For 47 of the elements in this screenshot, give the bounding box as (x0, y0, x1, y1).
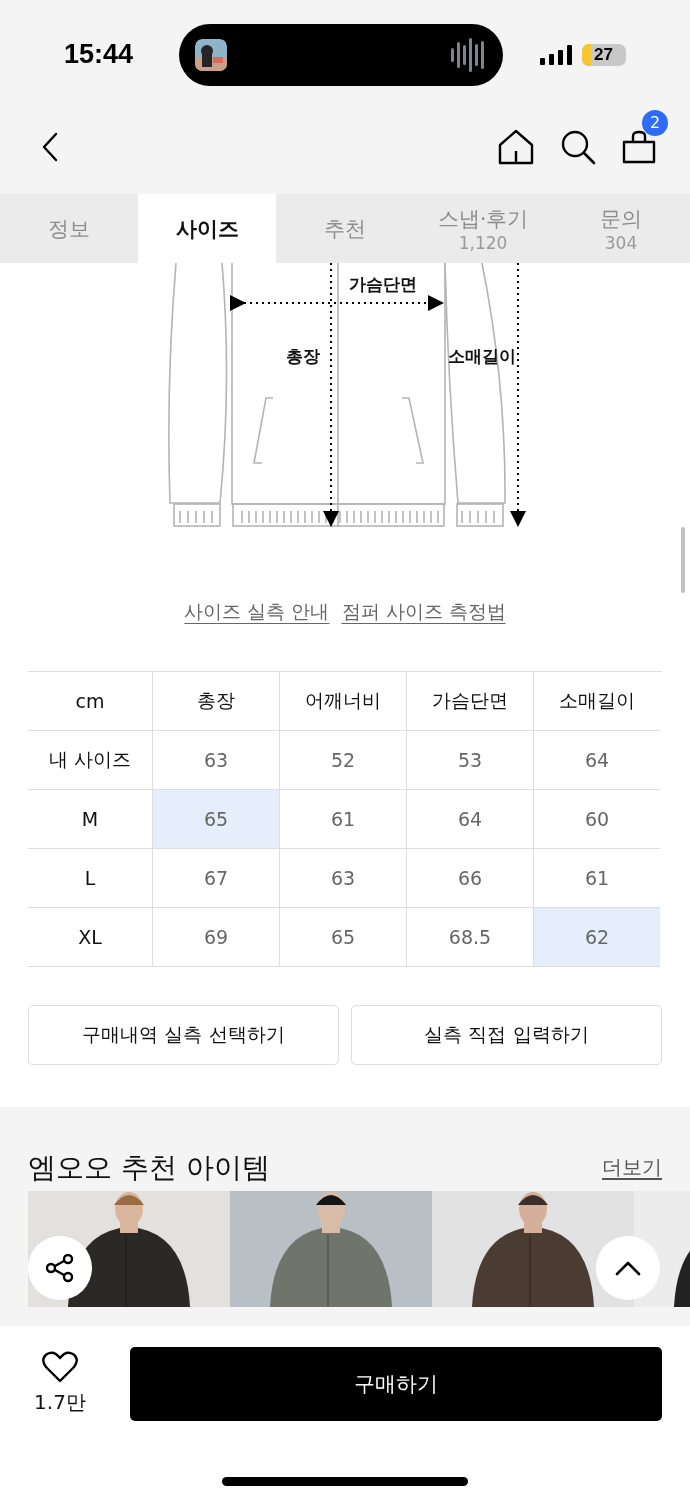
measure-label: 가슴단면 (349, 273, 417, 294)
table-cell: 63 (152, 730, 279, 790)
table-cell: 69 (152, 907, 279, 967)
table-cell: 66 (406, 848, 533, 908)
back-icon[interactable] (40, 130, 60, 163)
table-cell: 65 (152, 789, 279, 849)
table-cell: 65 (279, 907, 406, 967)
tab[interactable]: 사이즈 (138, 194, 276, 263)
section-title: 엠오오 추천 아이템 (28, 1149, 270, 1186)
column-header: cm (28, 671, 152, 731)
action-button[interactable]: 실측 직접 입력하기 (351, 1004, 662, 1065)
table-cell: 67 (152, 848, 279, 908)
table-cell: 62 (533, 907, 660, 967)
column-header: 어깨너비 (279, 671, 406, 731)
row-header: L (28, 848, 152, 908)
measure-label: 소매길이 (448, 345, 516, 366)
heart-icon[interactable] (42, 1350, 78, 1383)
waveform-icon (449, 37, 487, 72)
clock-time: 15:44 (64, 39, 135, 71)
guide-link[interactable]: 사이즈 실측 안내 (184, 598, 330, 625)
search-icon[interactable] (560, 128, 596, 165)
action-button[interactable]: 구매내역 실측 선택하기 (28, 1004, 339, 1065)
table-cell: 64 (533, 730, 660, 790)
more-link[interactable]: 더보기 (602, 1154, 662, 1182)
table-cell: 61 (279, 789, 406, 849)
table-cell: 60 (533, 789, 660, 849)
table-cell: 53 (406, 730, 533, 790)
row-header: XL (28, 907, 152, 967)
column-header: 총장 (152, 671, 279, 731)
table-cell: 61 (533, 848, 660, 908)
row-header: 내 사이즈 (28, 730, 152, 790)
table-cell: 63 (279, 848, 406, 908)
measure-label: 총장 (286, 345, 320, 366)
column-header: 소매길이 (533, 671, 660, 731)
cart-count-badge: 2 (642, 109, 668, 136)
guide-link[interactable]: 점퍼 사이즈 측정법 (341, 598, 506, 625)
column-header: 가슴단면 (406, 671, 533, 731)
home-icon[interactable] (498, 128, 534, 165)
like-count: 1.7만 (34, 1388, 86, 1416)
share-icon (45, 1252, 75, 1283)
table-cell: 52 (279, 730, 406, 790)
battery-charge (582, 43, 591, 66)
battery-level: 27 (594, 44, 613, 65)
table-cell: 64 (406, 789, 533, 849)
buy-button[interactable]: 구매하기 (130, 1346, 662, 1421)
signal-icon (540, 44, 574, 65)
shopping-bag-icon[interactable] (622, 129, 656, 164)
